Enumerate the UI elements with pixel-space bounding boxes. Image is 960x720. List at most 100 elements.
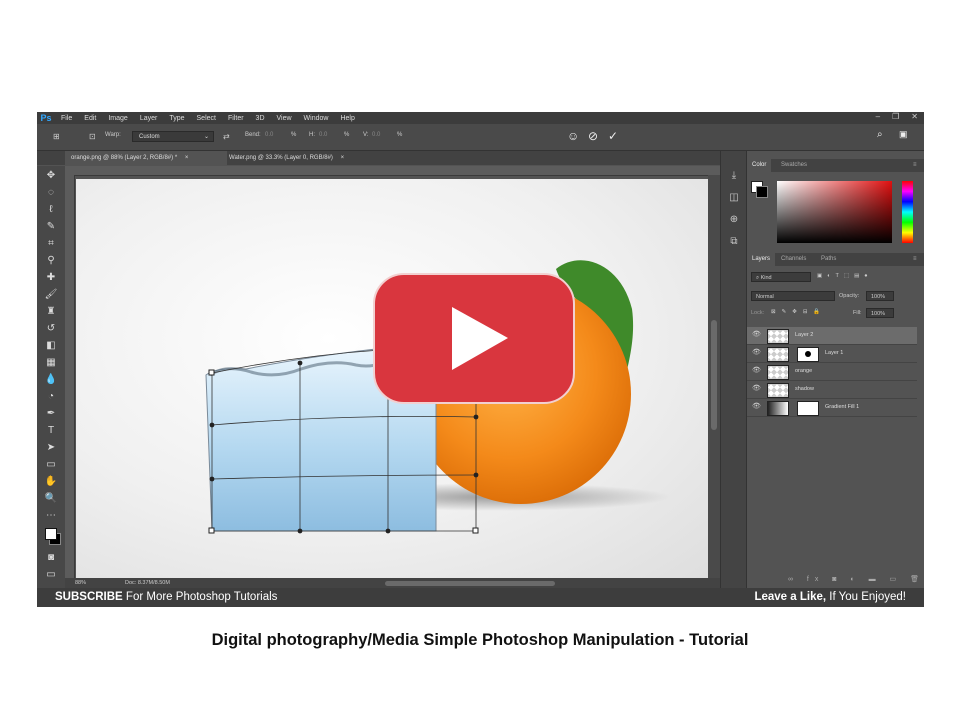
blur-tool-icon[interactable]: 💧: [43, 373, 59, 387]
bg-swatch[interactable]: [756, 186, 768, 198]
brush-tool-icon[interactable]: 🖌: [43, 288, 59, 302]
dodge-tool-icon[interactable]: ◔: [43, 390, 59, 404]
slide-caption: Digital photography/Media Simple Photosh…: [211, 631, 749, 649]
layer-row[interactable]: 👁 orange: [747, 363, 917, 381]
restore-icon[interactable]: ❐: [892, 112, 899, 121]
eye-icon[interactable]: 👁: [752, 348, 761, 356]
cancel-transform-icon[interactable]: ⊘: [588, 129, 598, 143]
menu-edit[interactable]: Edit: [84, 115, 96, 122]
layer-row[interactable]: 👁 Gradient Fill 1: [747, 399, 917, 417]
v-unit: %: [397, 132, 403, 138]
youtube-play-icon[interactable]: [372, 272, 576, 405]
eyedropper-tool-icon[interactable]: ⚲: [43, 254, 59, 268]
layer-kind-filter[interactable]: ⌕ Kind: [751, 272, 811, 282]
layer-row[interactable]: 👁 shadow: [747, 381, 917, 399]
horizontal-scrollbar[interactable]: [385, 581, 555, 586]
warp-tool-icon: ⊞: [53, 132, 60, 141]
change-orientation-icon[interactable]: ⇄: [223, 132, 230, 141]
hue-slider[interactable]: [902, 181, 913, 243]
bend-input[interactable]: 0.0: [265, 132, 273, 138]
menu-3d[interactable]: 3D: [256, 115, 265, 122]
panel-menu-icon[interactable]: ≡: [913, 253, 917, 266]
fill-input[interactable]: 100%: [866, 308, 894, 318]
v-input[interactable]: 0.0: [372, 132, 380, 138]
opacity-input[interactable]: 100%: [866, 291, 894, 301]
panel-menu-icon[interactable]: ≡: [913, 159, 917, 172]
tab-close-icon[interactable]: ×: [341, 155, 345, 161]
pen-tool-icon[interactable]: ✒: [43, 407, 59, 421]
properties-panel-icon[interactable]: ◫: [721, 187, 747, 209]
zoom-tool-icon[interactable]: 🔍: [43, 492, 59, 506]
subscribe-text: SUBSCRIBE For More Photoshop Tutorials: [55, 591, 277, 603]
libraries-panel-icon[interactable]: ⧉: [721, 231, 747, 253]
tab-layers[interactable]: Layers: [747, 253, 776, 266]
menu-file[interactable]: File: [61, 115, 72, 122]
quick-select-tool-icon[interactable]: ✎: [43, 220, 59, 234]
search-icon[interactable]: ⌕: [877, 129, 883, 140]
layer-row[interactable]: 👁 Layer 1: [747, 345, 917, 363]
puppet-warp-icon[interactable]: ☺: [567, 129, 579, 143]
menu-filter[interactable]: Filter: [228, 115, 244, 122]
marquee-tool-icon[interactable]: ◌: [43, 186, 59, 200]
quick-mask-icon[interactable]: ◙: [43, 551, 59, 565]
menu-type[interactable]: Type: [169, 115, 184, 122]
eye-icon[interactable]: 👁: [752, 402, 761, 410]
eye-icon[interactable]: 👁: [752, 366, 761, 374]
more-tools-icon[interactable]: ⋯: [43, 509, 59, 523]
stamp-tool-icon[interactable]: ♜: [43, 305, 59, 319]
type-tool-icon[interactable]: T: [43, 424, 59, 438]
tab-water[interactable]: Water.png @ 33.3% (Layer 0, RGB/8#) ×: [223, 151, 375, 165]
opacity-label: Opacity:: [839, 293, 860, 299]
gradient-tool-icon[interactable]: ▦: [43, 356, 59, 370]
close-icon[interactable]: ✕: [911, 112, 918, 121]
menu-view[interactable]: View: [277, 115, 292, 122]
menu-image[interactable]: Image: [108, 115, 127, 122]
doc-size: Doc: 8.37M/8.50M: [125, 580, 170, 586]
history-panel-icon[interactable]: ⤓: [721, 165, 747, 187]
tab-close-icon[interactable]: ×: [185, 155, 189, 161]
layer-name: Gradient Fill 1: [825, 404, 860, 410]
eye-icon[interactable]: 👁: [752, 330, 761, 338]
hand-tool-icon[interactable]: ✋: [43, 475, 59, 489]
shape-tool-icon[interactable]: ▭: [43, 458, 59, 472]
grid-icon[interactable]: ⊡: [89, 132, 96, 141]
history-brush-tool-icon[interactable]: ↺: [43, 322, 59, 336]
tab-orange[interactable]: orange.png @ 88% (Layer 2, RGB/8#) * ×: [65, 151, 227, 165]
foreground-color[interactable]: [45, 528, 57, 540]
color-field[interactable]: [777, 181, 892, 243]
layers-footer-icons[interactable]: ∞ fx ◙ ◐ ▬ ▭ 🗑: [747, 575, 924, 588]
lasso-tool-icon[interactable]: ℓ: [43, 203, 59, 217]
tab-swatches[interactable]: Swatches: [781, 159, 807, 172]
tab-paths[interactable]: Paths: [821, 253, 836, 266]
adjustments-panel-icon[interactable]: ⊕: [721, 209, 747, 231]
layer-row[interactable]: 👁 Layer 2: [747, 327, 917, 345]
screen-mode-icon[interactable]: ▭: [43, 568, 59, 582]
eraser-tool-icon[interactable]: ◧: [43, 339, 59, 353]
blend-mode-select[interactable]: Normal: [751, 291, 835, 301]
zoom-level[interactable]: 88%: [75, 580, 86, 586]
crop-tool-icon[interactable]: ⌗: [43, 237, 59, 251]
tab-channels[interactable]: Channels: [781, 253, 806, 266]
h-input[interactable]: 0.0: [319, 132, 327, 138]
warp-style-select[interactable]: Custom ⌄: [132, 131, 214, 142]
minimize-icon[interactable]: –: [876, 112, 880, 121]
menu-layer[interactable]: Layer: [140, 115, 158, 122]
lock-icons[interactable]: ⊠✎✥⊟🔒: [771, 309, 826, 315]
menu-select[interactable]: Select: [197, 115, 216, 122]
menu-help[interactable]: Help: [340, 115, 354, 122]
menu-bar: Ps File Edit Image Layer Type Select Fil…: [37, 112, 924, 124]
move-tool-icon[interactable]: ✥: [43, 169, 59, 183]
blend-mode-value: Normal: [756, 294, 774, 300]
color-swatches[interactable]: [43, 526, 61, 548]
scroll-thumb[interactable]: [711, 320, 717, 430]
workspace-icon[interactable]: ▣: [899, 129, 908, 140]
healing-tool-icon[interactable]: ✚: [43, 271, 59, 285]
vertical-scrollbar[interactable]: [708, 175, 720, 578]
like-rest: If You Enjoyed!: [826, 591, 906, 603]
commit-transform-icon[interactable]: ✓: [608, 129, 618, 143]
filter-icons[interactable]: ▣◐T⬚▤●: [817, 273, 873, 279]
eye-icon[interactable]: 👁: [752, 384, 761, 392]
tab-color[interactable]: Color: [747, 159, 772, 172]
path-select-tool-icon[interactable]: ➤: [43, 441, 59, 455]
menu-window[interactable]: Window: [304, 115, 329, 122]
